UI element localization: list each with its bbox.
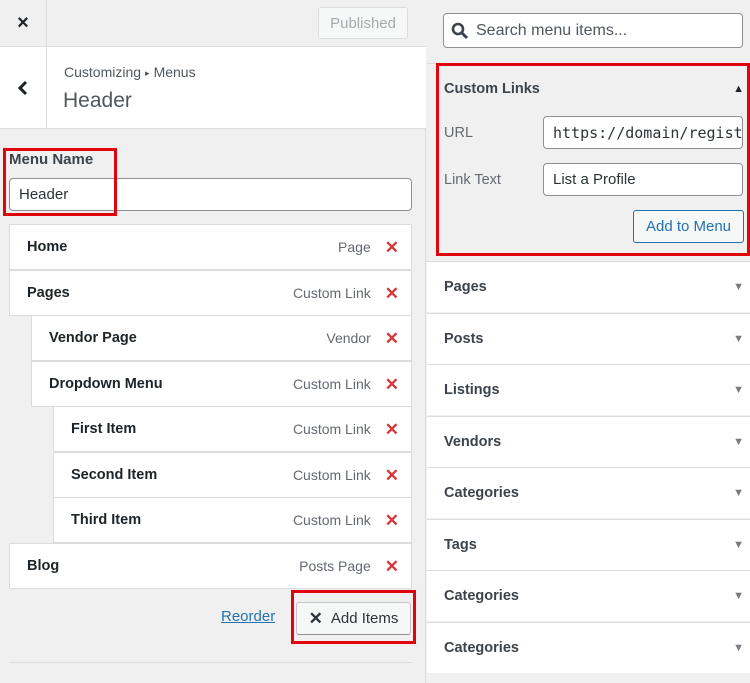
section-toggle[interactable]: Categories ▼ bbox=[427, 467, 750, 518]
chevron-left-icon bbox=[17, 80, 28, 96]
delete-icon[interactable]: ✕ bbox=[385, 512, 399, 529]
breadcrumb-separator: ▸ bbox=[145, 68, 150, 78]
section-label: Listings bbox=[444, 382, 500, 398]
menu-item-name: Dropdown Menu bbox=[49, 376, 163, 392]
add-to-menu-button[interactable]: Add to Menu bbox=[633, 210, 744, 243]
url-input[interactable] bbox=[543, 116, 743, 149]
menu-item[interactable]: Blog Posts Page ✕ bbox=[9, 543, 412, 589]
add-items-label: Add Items bbox=[330, 610, 399, 627]
triangle-up-icon[interactable]: ▲ bbox=[733, 83, 744, 95]
menu-item-name: Home bbox=[27, 239, 68, 255]
custom-links-title[interactable]: Custom Links bbox=[444, 81, 540, 97]
link-text-input[interactable] bbox=[543, 163, 743, 196]
breadcrumb-parent: Customizing bbox=[64, 64, 142, 80]
section-header: Customizing ▸ Menus Header bbox=[0, 47, 426, 129]
triangle-down-icon: ▼ bbox=[733, 641, 744, 654]
custom-links-section: Custom Links ▲ URL Link Text Add to Menu bbox=[427, 63, 750, 261]
section-label: Pages bbox=[444, 279, 487, 295]
reorder-link[interactable]: Reorder bbox=[221, 608, 275, 625]
close-icon: ✕ bbox=[308, 608, 323, 628]
triangle-down-icon: ▼ bbox=[733, 487, 744, 499]
search-box[interactable] bbox=[443, 13, 743, 48]
menu-item[interactable]: Dropdown Menu Custom Link ✕ bbox=[31, 361, 412, 407]
menu-item[interactable]: Home Page ✕ bbox=[9, 224, 412, 270]
add-items-button[interactable]: ✕ Add Items bbox=[296, 602, 411, 635]
url-label: URL bbox=[444, 125, 474, 141]
delete-icon[interactable]: ✕ bbox=[385, 558, 399, 575]
triangle-down-icon: ▼ bbox=[733, 538, 744, 551]
search-icon bbox=[444, 22, 476, 40]
menu-item-type: Vendor bbox=[326, 330, 371, 346]
section-toggle[interactable]: Categories ▼ bbox=[427, 621, 750, 673]
delete-icon[interactable]: ✕ bbox=[385, 421, 399, 438]
section-toggle[interactable]: Vendors ▼ bbox=[427, 415, 750, 467]
breadcrumb-current: Menus bbox=[153, 64, 196, 80]
section-label: Vendors bbox=[444, 433, 502, 450]
menu-item-name: Second Item bbox=[71, 467, 158, 483]
section-toggle[interactable]: Categories ▼ bbox=[427, 570, 750, 621]
back-button[interactable] bbox=[0, 47, 47, 129]
section-label: Categories bbox=[444, 485, 519, 501]
menu-item[interactable]: Second Item Custom Link ✕ bbox=[53, 452, 412, 498]
delete-icon[interactable]: ✕ bbox=[385, 376, 399, 393]
menu-item-name: First Item bbox=[71, 421, 137, 437]
section-label: Tags bbox=[444, 536, 477, 553]
search-input[interactable] bbox=[476, 15, 742, 46]
menu-name-label: Menu Name bbox=[9, 151, 94, 168]
available-items-panel: Custom Links ▲ URL Link Text Add to Menu… bbox=[427, 0, 750, 683]
triangle-down-icon: ▼ bbox=[733, 281, 744, 293]
close-icon: × bbox=[17, 12, 29, 34]
menu-item-type: Posts Page bbox=[299, 558, 371, 574]
divider bbox=[9, 662, 412, 663]
menu-item-name: Pages bbox=[27, 285, 70, 301]
published-button[interactable]: Published bbox=[318, 7, 408, 39]
menu-item-name: Vendor Page bbox=[49, 330, 137, 346]
delete-icon[interactable]: ✕ bbox=[385, 330, 399, 347]
menu-item[interactable]: Pages Custom Link ✕ bbox=[9, 270, 412, 316]
menu-item-type: Custom Link bbox=[292, 285, 371, 301]
close-customizer-button[interactable]: × bbox=[0, 0, 47, 47]
menu-item-type: Page bbox=[338, 239, 371, 255]
menu-item[interactable]: First Item Custom Link ✕ bbox=[53, 406, 412, 452]
link-text-label: Link Text bbox=[444, 172, 501, 188]
section-label: Posts bbox=[444, 330, 484, 347]
delete-icon[interactable]: ✕ bbox=[385, 467, 399, 484]
triangle-down-icon: ▼ bbox=[733, 590, 744, 602]
triangle-down-icon: ▼ bbox=[733, 435, 744, 448]
menu-name-input[interactable] bbox=[9, 178, 412, 211]
menu-item-type: Custom Link bbox=[292, 421, 371, 437]
section-toggle[interactable]: Posts ▼ bbox=[427, 312, 750, 364]
delete-icon[interactable]: ✕ bbox=[385, 239, 399, 256]
section-toggle[interactable]: Pages ▼ bbox=[427, 261, 750, 312]
triangle-down-icon: ▼ bbox=[733, 384, 744, 396]
section-label: Categories bbox=[444, 588, 519, 604]
section-toggle[interactable]: Listings ▼ bbox=[427, 364, 750, 415]
page-title: Header bbox=[63, 89, 132, 112]
menu-item[interactable]: Third Item Custom Link ✕ bbox=[53, 497, 412, 543]
menu-item-name: Blog bbox=[27, 558, 60, 574]
triangle-down-icon: ▼ bbox=[733, 332, 744, 345]
delete-icon[interactable]: ✕ bbox=[385, 285, 399, 302]
customizer-topbar: × Published bbox=[0, 0, 426, 47]
menu-item-type: Custom Link bbox=[292, 467, 371, 483]
menu-item[interactable]: Vendor Page Vendor ✕ bbox=[31, 315, 412, 361]
breadcrumb: Customizing ▸ Menus bbox=[64, 64, 196, 80]
menu-item-type: Custom Link bbox=[292, 376, 371, 392]
section-label: Categories bbox=[444, 639, 519, 656]
menu-item-type: Custom Link bbox=[292, 512, 371, 528]
menu-editor-panel: × Published Customizing ▸ Menus Header Men… bbox=[0, 0, 426, 683]
menu-item-name: Third Item bbox=[71, 512, 142, 528]
section-toggle[interactable]: Tags ▼ bbox=[427, 518, 750, 570]
